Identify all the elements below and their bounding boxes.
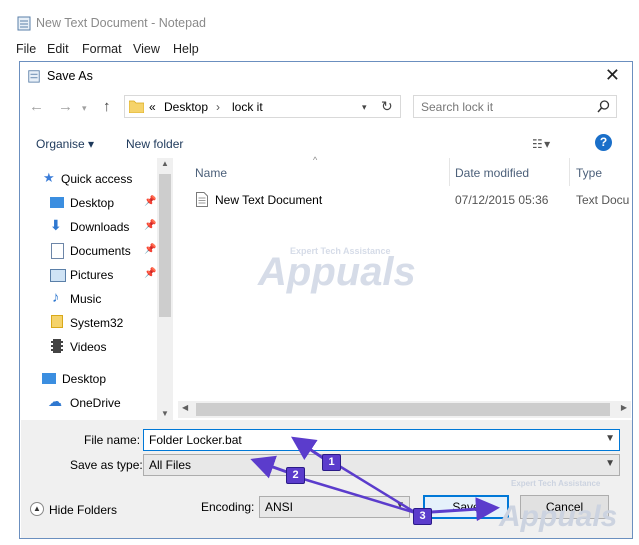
annotation-badge-1: 1 <box>322 454 341 471</box>
annotation-arrows <box>250 436 500 522</box>
annotation-connector <box>299 462 417 515</box>
annotation-badge-3: 3 <box>413 508 432 525</box>
annotation-badge-2: 2 <box>286 467 305 484</box>
